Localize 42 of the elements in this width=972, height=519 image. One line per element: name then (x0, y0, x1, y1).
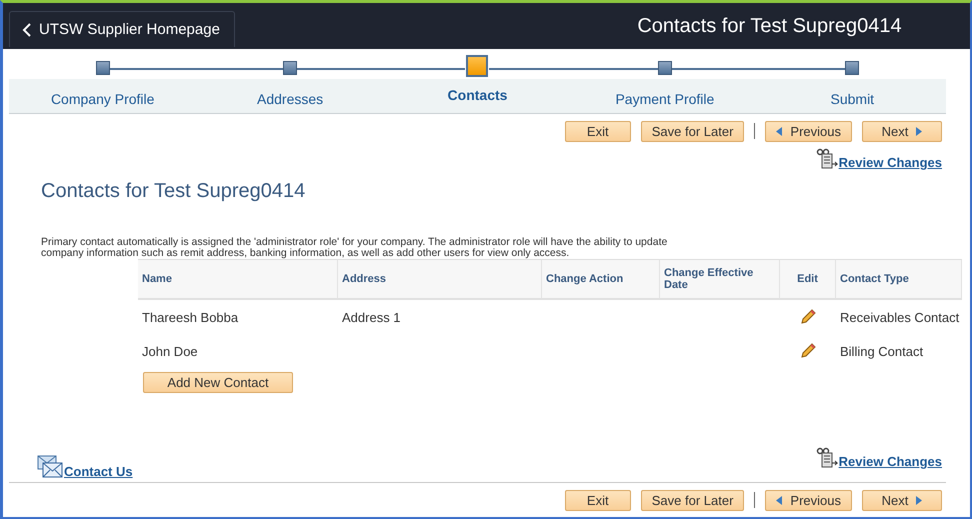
table-cell-text: Billing Contact (839, 342, 924, 361)
column-header: Name (138, 259, 338, 300)
exit-button[interactable]: Exit (564, 120, 631, 142)
envelope-icon (37, 455, 63, 479)
next-button[interactable]: Next (862, 120, 942, 142)
previous-button[interactable]: Previous (765, 120, 852, 142)
contact-us-link[interactable]: Contact Us (64, 464, 133, 479)
review-changes-link[interactable]: Review Changes (838, 155, 942, 170)
step-link[interactable]: Submit (830, 91, 874, 107)
back-button[interactable]: UTSW Supplier Homepage (9, 11, 235, 47)
step-link[interactable]: Company Profile (50, 91, 154, 107)
right-arrow-icon (916, 126, 922, 136)
pencil-icon[interactable] (800, 309, 816, 325)
step-link[interactable]: Addresses (257, 91, 324, 107)
left-arrow-icon (776, 126, 782, 136)
left-arrow-icon (776, 496, 782, 504)
table-cell-text: Thareesh Bobba (141, 308, 240, 326)
column-header: Address (338, 259, 542, 300)
table-cell-text: Receivables Contact (839, 308, 960, 326)
table-cell: Address 1 (342, 310, 401, 324)
previous-button[interactable]: Previous (765, 490, 852, 510)
column-header: Change Effective Date (660, 259, 780, 300)
step-link[interactable]: Payment Profile (615, 91, 714, 107)
pencil-icon[interactable] (800, 343, 816, 359)
next-button[interactable]: Next (862, 490, 942, 510)
save-for-later-button[interactable]: Save for Later (640, 490, 744, 510)
table-cell-text: John Doe (141, 342, 199, 360)
notice-text: Primary contact automatically is assigned the 'administrator role' for your company. The administrator role will have the ability to update company information such as remit address, banking information, as well as add other users for view only access. (41, 237, 668, 259)
column-header: Contact Type (836, 259, 962, 300)
exit-button[interactable]: Exit (564, 490, 631, 510)
page-title: Contacts for Test Supreg0414 (41, 180, 306, 203)
right-arrow-icon (916, 496, 922, 504)
save-for-later-button[interactable]: Save for Later (640, 120, 744, 142)
review-changes-link[interactable]: Review Changes (838, 454, 942, 469)
column-header: Edit (780, 259, 836, 300)
add-new-contact-button[interactable]: Add New Contact (143, 372, 293, 393)
review-document-icon (816, 447, 838, 469)
column-header: Change Action (542, 259, 660, 300)
review-document-icon (816, 148, 838, 170)
page-header-title: Contacts for Test Supreg0414 (636, 14, 903, 38)
step-link[interactable]: Contacts (448, 87, 508, 103)
chevron-left-icon (22, 22, 31, 36)
